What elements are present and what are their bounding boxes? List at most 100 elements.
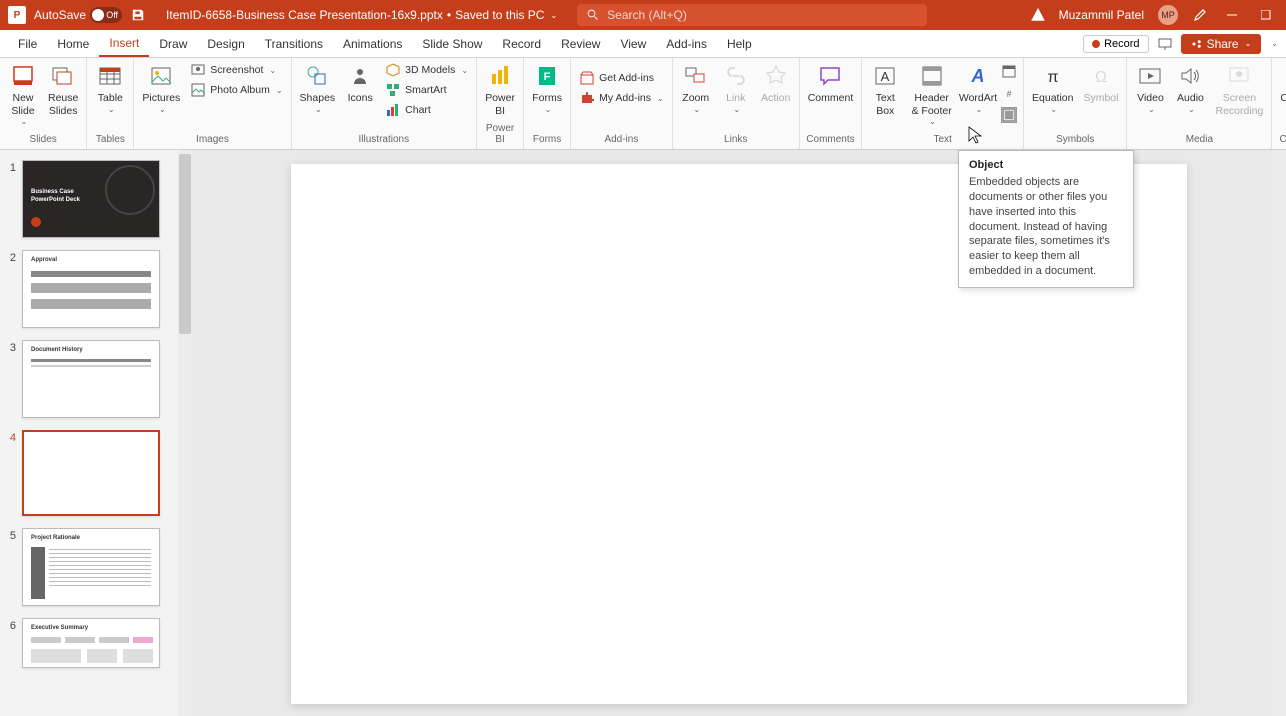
tab-file[interactable]: File	[8, 30, 47, 57]
textbox-icon: A	[871, 62, 899, 90]
share-button[interactable]: Share⌄	[1181, 34, 1262, 54]
slide-thumbnail-3[interactable]: Document History	[22, 340, 160, 418]
powerbi-button[interactable]: Power BI	[481, 60, 519, 119]
powerbi-icon	[486, 62, 514, 90]
slide-thumbnails-pane[interactable]: 1 Business CasePowerPoint Deck 2 Approva…	[0, 150, 192, 716]
get-addins-button[interactable]: Get Add-ins	[575, 68, 668, 88]
save-icon[interactable]	[130, 7, 146, 23]
puzzle-icon	[579, 90, 595, 106]
wordart-button[interactable]: A WordArt⌄	[959, 60, 997, 116]
photo-album-icon	[190, 82, 206, 98]
3d-models-button[interactable]: 3D Models⌄	[381, 60, 472, 80]
table-button[interactable]: Table⌄	[91, 60, 129, 116]
group-forms: F Forms⌄ Forms	[524, 58, 571, 149]
record-dot-icon	[1092, 40, 1100, 48]
screenshot-icon	[190, 62, 206, 78]
reuse-slides-button[interactable]: Reuse Slides	[44, 60, 82, 119]
group-media: Video⌄ Audio⌄ Screen Recording Media	[1127, 58, 1272, 149]
audio-button[interactable]: Audio⌄	[1171, 60, 1209, 116]
present-icon[interactable]	[1157, 36, 1173, 52]
ribbon-tabs: File Home Insert Draw Design Transitions…	[0, 30, 1286, 58]
group-illustrations: Shapes⌄ Icons 3D Models⌄ SmartArt Chart …	[292, 58, 478, 149]
svg-text:A: A	[881, 69, 890, 84]
group-links: Zoom⌄ Link⌄ Action Links	[673, 58, 800, 149]
slide-number-button[interactable]: #	[1001, 85, 1017, 101]
equation-button[interactable]: π Equation⌄	[1028, 60, 1077, 116]
share-icon	[1191, 38, 1203, 50]
video-button[interactable]: Video⌄	[1131, 60, 1169, 116]
tab-addins[interactable]: Add-ins	[656, 30, 717, 57]
slide-thumbnail-6[interactable]: Executive Summary	[22, 618, 160, 668]
photo-album-button[interactable]: Photo Album⌄	[186, 80, 286, 100]
zoom-button[interactable]: Zoom⌄	[677, 60, 715, 116]
icons-button[interactable]: Icons	[341, 60, 379, 107]
thumbnails-scrollbar[interactable]	[178, 150, 192, 716]
pictures-icon	[147, 62, 175, 90]
slide-thumbnail-2[interactable]: Approval	[22, 250, 160, 328]
screen-recording-icon	[1225, 62, 1253, 90]
tab-insert[interactable]: Insert	[99, 30, 149, 57]
textbox-button[interactable]: A Text Box	[866, 60, 904, 119]
date-time-button[interactable]	[1001, 63, 1017, 79]
pictures-button[interactable]: Pictures⌄	[138, 60, 184, 116]
group-comments: Comment Comments	[800, 58, 863, 149]
document-title[interactable]: ItemID-6658-Business Case Presentation-1…	[166, 8, 557, 22]
record-button[interactable]: Record	[1083, 35, 1148, 53]
tab-review[interactable]: Review	[551, 30, 610, 57]
search-box[interactable]: Search (Alt+Q)	[577, 4, 927, 26]
header-footer-button[interactable]: Header & Footer⌄	[906, 60, 957, 129]
tab-home[interactable]: Home	[47, 30, 99, 57]
user-avatar[interactable]: MP	[1158, 5, 1178, 25]
object-button[interactable]	[1001, 107, 1017, 123]
group-powerbi: Power BI Power BI	[477, 58, 524, 149]
slide-number: 2	[4, 250, 16, 328]
svg-text:π: π	[1047, 69, 1058, 86]
shapes-button[interactable]: Shapes⌄	[296, 60, 340, 116]
slide-thumbnail-1[interactable]: Business CasePowerPoint Deck	[22, 160, 160, 238]
group-images: Pictures⌄ Screenshot⌄ Photo Album⌄ Image…	[134, 58, 291, 149]
pen-icon[interactable]	[1192, 7, 1208, 23]
forms-button[interactable]: F Forms⌄	[528, 60, 566, 116]
comment-icon	[816, 62, 844, 90]
tab-draw[interactable]: Draw	[149, 30, 197, 57]
autosave-toggle[interactable]: AutoSave Off	[34, 7, 122, 23]
zoom-icon	[682, 62, 710, 90]
group-text: A Text Box Header & Footer⌄ A WordArt⌄ #…	[862, 58, 1024, 149]
object-tooltip: Object Embedded objects are documents or…	[958, 150, 1134, 288]
minimize-button[interactable]	[1222, 5, 1242, 25]
svg-text:F: F	[544, 71, 551, 83]
tab-record[interactable]: Record	[492, 30, 551, 57]
screenshot-button[interactable]: Screenshot⌄	[186, 60, 286, 80]
slide-number: 6	[4, 618, 16, 668]
slide-number: 5	[4, 528, 16, 606]
group-addins: Get Add-ins My Add-ins⌄ Add-ins	[571, 58, 673, 149]
search-icon	[587, 9, 599, 21]
tab-animations[interactable]: Animations	[333, 30, 412, 57]
cameo-button[interactable]: Cameo⌄	[1276, 60, 1286, 116]
canvas-scrollbar[interactable]	[1272, 150, 1286, 716]
tab-design[interactable]: Design	[197, 30, 254, 57]
user-name[interactable]: Muzammil Patel	[1059, 8, 1144, 22]
new-slide-button[interactable]: New Slide⌄	[4, 60, 42, 129]
tab-help[interactable]: Help	[717, 30, 762, 57]
store-icon	[579, 70, 595, 86]
chart-button[interactable]: Chart	[381, 100, 472, 120]
tab-transitions[interactable]: Transitions	[255, 30, 333, 57]
svg-text:A: A	[971, 66, 985, 86]
comment-button[interactable]: Comment	[804, 60, 858, 107]
slide-thumbnail-5[interactable]: Project Rationale	[22, 528, 160, 606]
tab-slide-show[interactable]: Slide Show	[412, 30, 492, 57]
action-button: Action	[757, 60, 795, 107]
my-addins-button[interactable]: My Add-ins⌄	[575, 88, 668, 108]
reuse-slides-icon	[49, 62, 77, 90]
tab-view[interactable]: View	[610, 30, 656, 57]
new-slide-icon	[9, 62, 37, 90]
chart-icon	[385, 102, 401, 118]
smartart-button[interactable]: SmartArt	[381, 80, 472, 100]
slide-thumbnail-4[interactable]	[22, 430, 160, 516]
table-icon	[96, 62, 124, 90]
slide-number: 1	[4, 160, 16, 238]
shapes-icon	[303, 62, 331, 90]
smartart-icon	[385, 82, 401, 98]
maximize-button[interactable]	[1256, 5, 1276, 25]
